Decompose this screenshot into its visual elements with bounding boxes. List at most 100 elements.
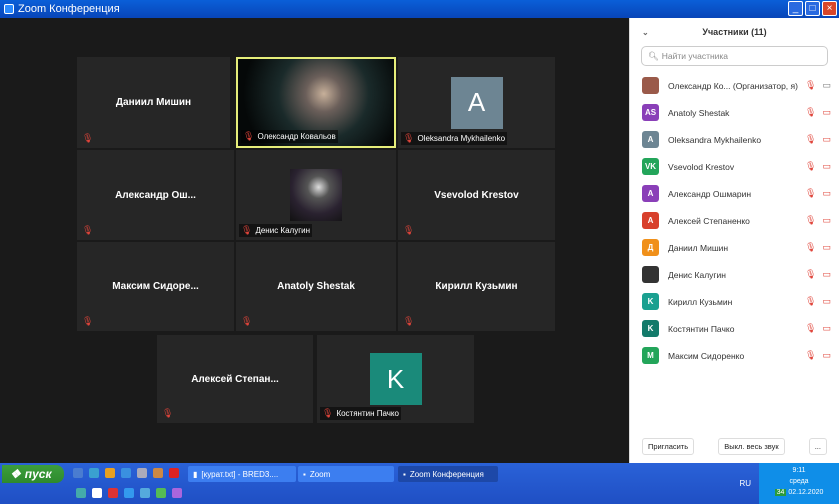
participant-name: Даниил Мишин [668, 242, 729, 253]
video-off-icon[interactable]: ▭ [822, 161, 831, 172]
language-indicator[interactable]: RU [739, 479, 751, 488]
participant-name: Максим Сидоренко [668, 350, 745, 361]
quick-launch-icon[interactable] [124, 488, 134, 498]
quick-launch-icon[interactable] [76, 488, 86, 498]
quick-launch-icon[interactable] [121, 468, 131, 478]
task-notepad[interactable]: ▮ [курат.txt] - BRED3.... [188, 466, 296, 482]
participant-name: Александр Ошмарин [668, 188, 752, 199]
participant-name: Vsevolod Krestov [434, 189, 519, 201]
avatar [642, 77, 659, 94]
mic-muted-icon[interactable]: 🎙︎ [805, 269, 816, 280]
mic-muted-icon[interactable]: 🎙︎ [805, 134, 816, 145]
tray-badge[interactable]: 34 [774, 489, 787, 496]
mic-muted-icon[interactable]: 🎙︎ [805, 323, 816, 334]
mic-muted-icon: 🎙︎ [241, 225, 253, 235]
mic-muted-icon: 🎙︎ [82, 225, 94, 235]
task-zoom[interactable]: ▪ Zoom [298, 466, 394, 482]
mic-muted-icon[interactable]: 🎙︎ [805, 242, 816, 253]
video-off-icon[interactable]: ▭ [822, 188, 831, 199]
participant-name: Vsevolod Krestov [668, 161, 735, 172]
participant-row[interactable]: VK Vsevolod Krestov 🎙︎ ▭ [630, 153, 839, 180]
video-tile[interactable]: Anatoly Shestak 🎙︎ [236, 242, 396, 331]
participant-list: Олександр Ко... (Организатор, я) 🎙︎ ▭ AS Ana… [630, 72, 839, 369]
mute-all-button[interactable]: Выкл. весь звук [718, 438, 785, 455]
mic-muted-icon[interactable]: 🎙︎ [805, 350, 816, 361]
mic-muted-icon: 🎙︎ [241, 316, 253, 326]
mic-muted-icon: 🎙︎ [243, 131, 255, 141]
more-button[interactable]: ... [808, 438, 827, 455]
participant-row[interactable]: K Кирилл Кузьмин 🎙︎ ▭ [630, 288, 839, 315]
video-off-icon[interactable]: ▭ [822, 350, 831, 361]
video-tile[interactable]: Vsevolod Krestov 🎙︎ [398, 150, 555, 240]
video-tile[interactable]: Кирилл Кузьмин 🎙︎ [398, 242, 555, 331]
video-tile[interactable]: Даниил Мишин 🎙︎ [77, 57, 230, 148]
task-zoom-conference[interactable]: ▪ Zoom Конференция [398, 466, 498, 482]
quick-launch-icon[interactable] [169, 468, 179, 478]
mic-muted-icon: 🎙︎ [82, 133, 94, 143]
panel-title: Участники (11) [702, 27, 767, 37]
video-icon[interactable]: ▭ [822, 80, 831, 91]
participant-name: Даниил Мишин [115, 97, 192, 108]
participant-name: Костянтин Пачко [668, 323, 735, 334]
participant-row[interactable]: A Oleksandra Mykhailenko 🎙︎ ▭ [630, 126, 839, 153]
tile-label: 🎙︎ Олександр Ковальов [241, 130, 338, 143]
video-tile[interactable]: A 🎙︎ Oleksandra Mykhailenko [398, 57, 555, 148]
video-tile[interactable]: Максим Сидоре... 🎙︎ [77, 242, 234, 331]
mic-muted-icon[interactable]: 🎙︎ [805, 107, 816, 118]
chevron-down-icon[interactable]: ⌄ [642, 28, 649, 37]
quick-launch-icon[interactable] [92, 488, 102, 498]
window-title: Zoom Конференция [18, 3, 120, 15]
tile-label: 🎙︎ Денис Калугин [239, 224, 312, 237]
video-off-icon[interactable]: ▭ [822, 107, 831, 118]
participant-row[interactable]: Денис Калугин 🎙︎ ▭ [630, 261, 839, 288]
participant-row[interactable]: Д Даниил Мишин 🎙︎ ▭ [630, 234, 839, 261]
video-off-icon[interactable]: ▭ [822, 323, 831, 334]
start-button[interactable]: ❖ пуск [2, 465, 64, 483]
video-off-icon[interactable]: ▭ [822, 242, 831, 253]
quick-launch-icon[interactable] [137, 468, 147, 478]
tile-label: 🎙︎ Oleksandra Mykhailenko [401, 132, 508, 145]
participant-row[interactable]: Олександр Ко... (Организатор, я) 🎙︎ ▭ [630, 72, 839, 99]
video-off-icon[interactable]: ▭ [822, 134, 831, 145]
mic-muted-icon[interactable]: 🎙︎ [805, 215, 816, 226]
video-tile[interactable]: Александр Ош... 🎙︎ [77, 150, 234, 240]
tile-label: 🎙︎ [401, 224, 416, 237]
quick-launch-icon[interactable] [105, 468, 115, 478]
participant-row[interactable]: AS Anatoly Shestak 🎙︎ ▭ [630, 99, 839, 126]
quick-launch-icon[interactable] [73, 468, 83, 478]
tile-label: 🎙︎ [401, 315, 416, 328]
clock-time: 9:11 [792, 467, 806, 474]
search-icon: 🔍︎ [648, 50, 659, 61]
participant-name: Алексей Степаненко [668, 215, 750, 226]
video-tile[interactable]: 🎙︎ Олександр Ковальов [236, 57, 396, 148]
quick-launch-icon[interactable] [172, 488, 182, 498]
mic-muted-icon[interactable]: 🎙︎ [805, 80, 816, 91]
participant-name: Алексей Степан... [191, 373, 279, 385]
maximize-button[interactable]: □ [805, 1, 820, 16]
search-input[interactable]: 🔍︎ Найти участника [641, 46, 828, 66]
participant-row[interactable]: M Максим Сидоренко 🎙︎ ▭ [630, 342, 839, 369]
invite-button[interactable]: Пригласить [642, 438, 695, 455]
participant-row[interactable]: A Александр Ошмарин 🎙︎ ▭ [630, 180, 839, 207]
avatar: K [642, 293, 659, 310]
close-button[interactable]: × [822, 1, 837, 16]
video-tile[interactable]: 🎙︎ Денис Калугин [236, 150, 396, 240]
participant-row[interactable]: K Костянтин Пачко 🎙︎ ▭ [630, 315, 839, 342]
video-off-icon[interactable]: ▭ [822, 269, 831, 280]
mic-muted-icon[interactable]: 🎙︎ [805, 296, 816, 307]
video-off-icon[interactable]: ▭ [822, 296, 831, 307]
mic-muted-icon[interactable]: 🎙︎ [805, 161, 816, 172]
mic-muted-icon[interactable]: 🎙︎ [805, 188, 816, 199]
video-tile[interactable]: K 🎙︎ Костянтин Пачко [317, 335, 474, 423]
quick-launch-icon[interactable] [156, 488, 166, 498]
quick-launch-icon[interactable] [89, 468, 99, 478]
avatar: Д [642, 239, 659, 256]
quick-launch-icon[interactable] [153, 468, 163, 478]
participant-row[interactable]: A Алексей Степаненко 🎙︎ ▭ [630, 207, 839, 234]
quick-launch-icon[interactable] [108, 488, 118, 498]
quick-launch-icon[interactable] [140, 488, 150, 498]
tile-name: Oleksandra Mykhailenko [417, 134, 506, 143]
minimize-button[interactable]: _ [788, 1, 803, 16]
video-tile[interactable]: Алексей Степан... 🎙︎ [157, 335, 313, 423]
video-off-icon[interactable]: ▭ [822, 215, 831, 226]
